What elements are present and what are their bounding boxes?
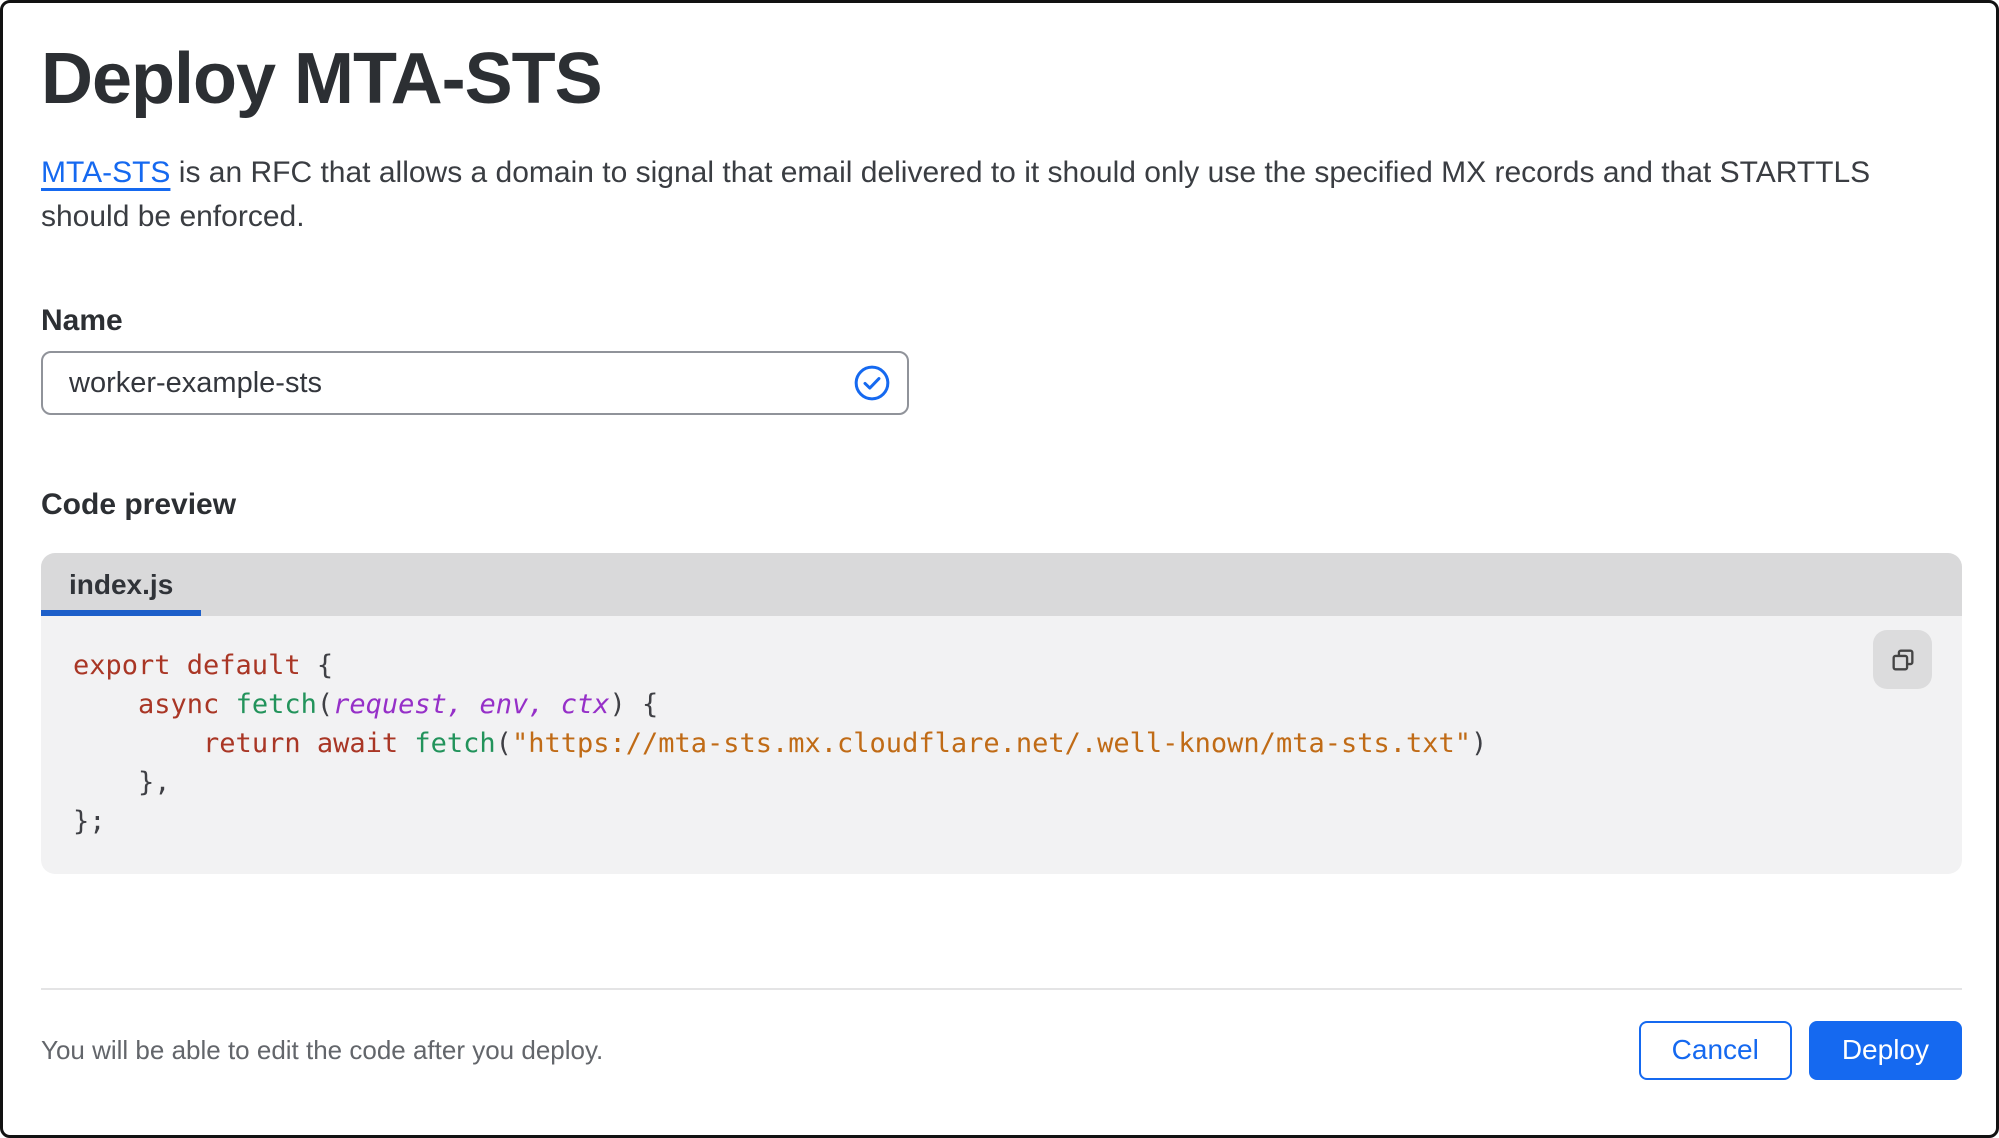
deploy-button[interactable]: Deploy — [1809, 1021, 1962, 1080]
tab-index-js[interactable]: index.js — [41, 553, 201, 616]
footer-divider — [41, 988, 1962, 990]
code-line: export default { — [73, 646, 1842, 685]
check-circle-icon — [853, 364, 891, 402]
code-preview-label: Code preview — [41, 489, 1956, 521]
name-input[interactable] — [41, 351, 909, 415]
copy-code-button[interactable] — [1873, 630, 1932, 689]
description: MTA-STS is an RFC that allows a domain t… — [41, 151, 1956, 239]
code-line: }, — [73, 763, 1842, 802]
description-line2: should be enforced. — [41, 200, 305, 233]
code-line: }; — [73, 802, 1842, 841]
footer: You will be able to edit the code after … — [41, 1019, 1962, 1081]
mta-sts-link[interactable]: MTA-STS — [41, 156, 170, 189]
cancel-button[interactable]: Cancel — [1639, 1021, 1792, 1080]
name-label: Name — [41, 305, 1956, 337]
code-lines: export default { async fetch(request, en… — [41, 616, 1962, 841]
code-tabbar: index.js — [41, 553, 1962, 616]
code-area: export default { async fetch(request, en… — [41, 616, 1962, 874]
deploy-note: You will be able to edit the code after … — [41, 1035, 603, 1066]
tab-label: index.js — [69, 569, 173, 601]
code-line: return await fetch("https://mta-sts.mx.c… — [73, 724, 1842, 763]
code-line: async fetch(request, env, ctx) { — [73, 685, 1842, 724]
footer-buttons: Cancel Deploy — [1639, 1021, 1962, 1080]
name-input-wrap — [41, 351, 909, 415]
copy-icon — [1889, 646, 1917, 674]
deploy-mta-sts-dialog: Deploy MTA-STS MTA-STS is an RFC that al… — [0, 0, 1999, 1138]
code-preview-block: index.js export default { async fetch(re… — [41, 553, 1962, 874]
dialog-content: Deploy MTA-STS MTA-STS is an RFC that al… — [3, 41, 1996, 1081]
description-line1: is an RFC that allows a domain to signal… — [170, 156, 1870, 189]
page-title: Deploy MTA-STS — [41, 41, 1956, 117]
